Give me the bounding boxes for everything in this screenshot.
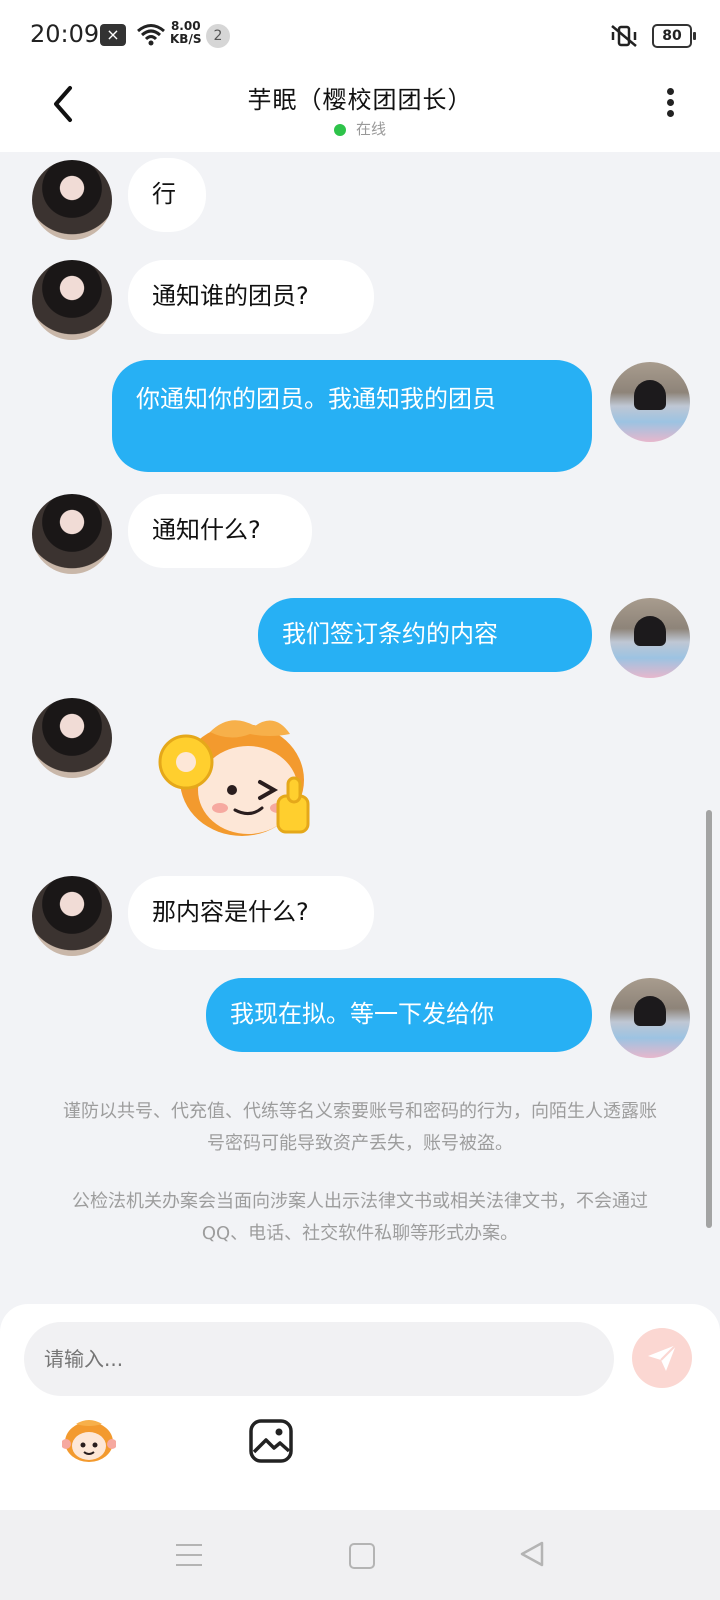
- online-status-text: 在线: [355, 120, 386, 138]
- status-bar: 20:09 × 8.00 KB/S 2 80: [0, 0, 720, 70]
- system-navigation-bar: [0, 1510, 720, 1600]
- monkey-emoji-icon: [61, 1420, 117, 1462]
- my-avatar[interactable]: [610, 978, 690, 1058]
- contact-avatar[interactable]: [32, 698, 112, 778]
- menu-line-icon: [176, 1544, 202, 1546]
- incoming-message-bubble[interactable]: 那内容是什么?: [128, 876, 374, 950]
- more-options-button[interactable]: [660, 84, 680, 124]
- wifi-icon: [136, 22, 166, 50]
- outgoing-message-bubble[interactable]: 我们签订条约的内容: [258, 598, 592, 672]
- sticker-button[interactable]: [61, 1418, 117, 1464]
- online-status: 在线: [0, 118, 720, 139]
- chat-header: 芋眠（樱校团团长） 在线: [0, 70, 720, 152]
- vibrate-mute-icon: [610, 24, 638, 52]
- dot-icon: [666, 110, 674, 117]
- outgoing-message-bubble[interactable]: 我现在拟。等一下发给你: [206, 978, 592, 1052]
- my-avatar[interactable]: [610, 598, 690, 678]
- notification-count-badge: 2: [206, 24, 230, 48]
- speed-value: 8.00: [170, 19, 201, 33]
- contact-avatar[interactable]: [32, 160, 112, 240]
- menu-line-icon: [176, 1564, 202, 1566]
- speed-unit: KB/S: [170, 32, 202, 46]
- message-input[interactable]: [24, 1322, 614, 1396]
- scrollbar[interactable]: [706, 810, 712, 1228]
- safety-notice: 谨防以共号、代充值、代练等名义索要账号和密码的行为，向陌生人透露账号密码可能导致…: [63, 1101, 657, 1154]
- triangle-back-icon: [520, 1541, 544, 1567]
- recent-apps-button[interactable]: [176, 1544, 202, 1566]
- incoming-message-bubble[interactable]: 通知谁的团员?: [128, 260, 374, 334]
- image-button[interactable]: [248, 1418, 294, 1464]
- close-notification-icon: ×: [100, 24, 126, 46]
- send-button[interactable]: [632, 1328, 692, 1388]
- my-avatar[interactable]: [610, 362, 690, 442]
- safety-notice: 公检法机关办案会当面向涉案人出示法律文书或相关法律文书，不会通过QQ、电话、社交…: [72, 1191, 648, 1244]
- menu-line-icon: [176, 1554, 202, 1556]
- home-button[interactable]: [349, 1543, 375, 1569]
- dot-icon: [666, 88, 674, 95]
- outgoing-message-bubble[interactable]: 你通知你的团员。我通知我的团员: [112, 360, 592, 472]
- message-list[interactable]: 行 通知谁的团员? 你通知你的团员。我通知我的团员 通知什么? 我们签订条约的内…: [0, 152, 720, 1304]
- send-icon: [648, 1344, 677, 1371]
- chat-title: 芋眠（樱校团团长）: [247, 86, 473, 114]
- incoming-message-bubble[interactable]: 通知什么?: [128, 494, 312, 568]
- contact-avatar[interactable]: [32, 876, 112, 956]
- online-dot-icon: [333, 123, 346, 136]
- input-panel: [0, 1304, 720, 1510]
- contact-avatar[interactable]: [32, 260, 112, 340]
- dot-icon: [666, 99, 674, 106]
- status-time: 20:09: [30, 20, 100, 48]
- back-nav-button[interactable]: [518, 1540, 546, 1572]
- contact-avatar[interactable]: [32, 494, 112, 574]
- image-icon: [249, 1419, 293, 1463]
- battery-indicator: 80: [652, 24, 696, 48]
- network-speed: 8.00 KB/S: [170, 20, 201, 46]
- monkey-ok-sticker[interactable]: [150, 712, 320, 842]
- incoming-message-bubble[interactable]: 行: [128, 158, 206, 232]
